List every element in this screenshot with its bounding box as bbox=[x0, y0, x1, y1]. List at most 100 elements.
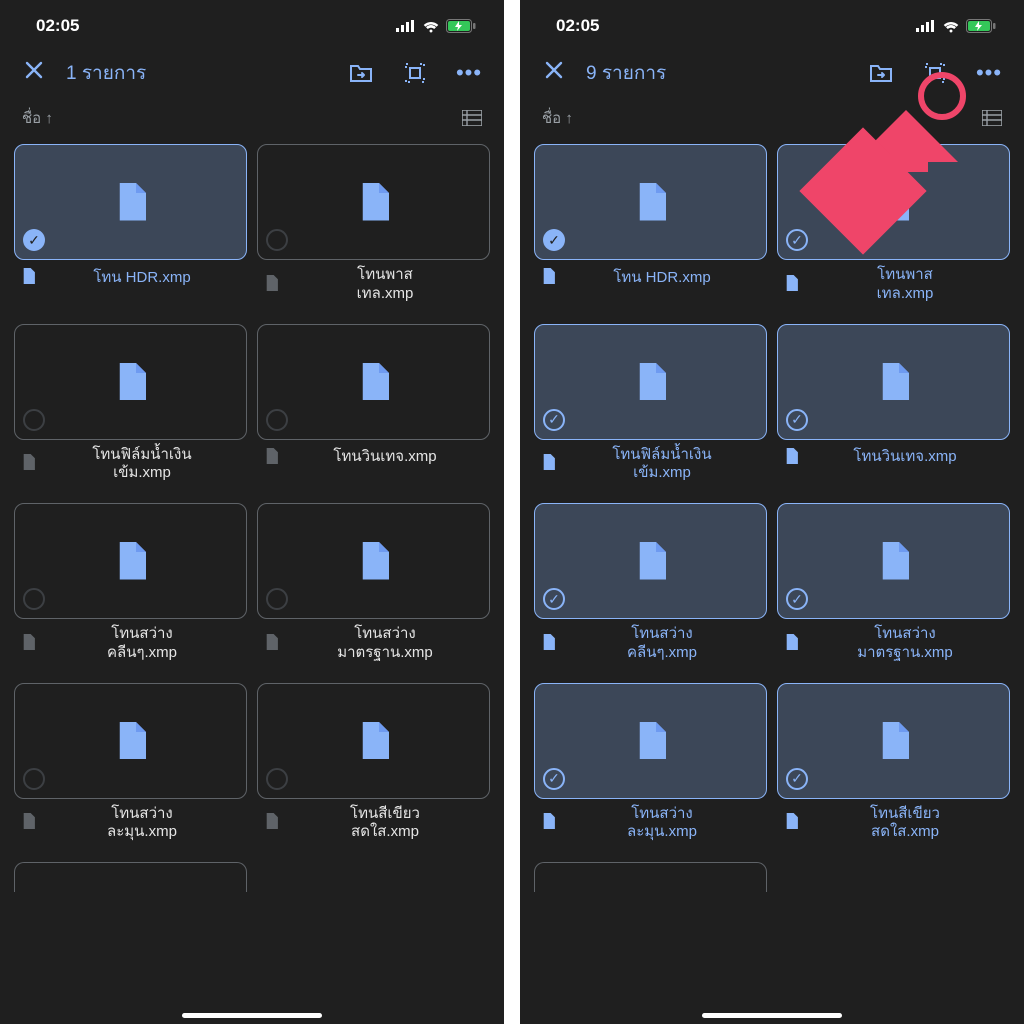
file-name: โทนสว่างคลีนๆ.xmp bbox=[563, 625, 761, 663]
file-label-row: โทนวินเทจ.xmp bbox=[257, 440, 490, 480]
selection-checkmark[interactable] bbox=[266, 768, 288, 790]
file-name: โทนสว่างมาตรฐาน.xmp bbox=[806, 625, 1004, 663]
file-name: โทนฟิล์มน้ำเงินเข้ม.xmp bbox=[43, 446, 241, 484]
file-card[interactable]: โทนวินเทจ.xmp bbox=[257, 324, 490, 494]
view-toggle-button[interactable] bbox=[982, 110, 1002, 126]
file-card[interactable]: ✓ โทนสว่างมาตรฐาน.xmp bbox=[777, 503, 1010, 673]
file-icon bbox=[542, 813, 555, 829]
file-type-icon bbox=[542, 813, 555, 835]
file-card[interactable]: ✓โทนพาสเทล.xmp bbox=[777, 144, 1010, 314]
file-thumbnail[interactable]: ✓ bbox=[534, 683, 767, 799]
file-card[interactable]: โทนสว่างละมุน.xmp bbox=[14, 683, 247, 853]
file-thumbnail[interactable]: ✓ bbox=[14, 144, 247, 260]
selection-checkmark[interactable]: ✓ bbox=[543, 229, 565, 251]
file-thumbnail[interactable]: ✓ bbox=[534, 503, 767, 619]
file-label-row: โทนสีเขียวสดใส.xmp bbox=[777, 799, 1010, 853]
home-indicator[interactable] bbox=[182, 1013, 322, 1018]
selection-checkmark[interactable]: ✓ bbox=[543, 588, 565, 610]
file-card[interactable]: โทนพาสเทล.xmp bbox=[257, 144, 490, 314]
view-toggle-button[interactable] bbox=[462, 110, 482, 126]
selection-checkmark[interactable] bbox=[23, 409, 45, 431]
file-type-icon bbox=[785, 813, 798, 835]
file-icon bbox=[636, 542, 666, 580]
selection-checkmark[interactable]: ✓ bbox=[786, 409, 808, 431]
selection-checkmark[interactable]: ✓ bbox=[23, 229, 45, 251]
sort-label[interactable]: ชื่อ ↑ bbox=[22, 106, 53, 130]
file-thumbnail[interactable] bbox=[14, 503, 247, 619]
file-card[interactable]: ✓ โทนสว่างคลีนๆ.xmp bbox=[534, 503, 767, 673]
selection-checkmark[interactable]: ✓ bbox=[786, 229, 808, 251]
select-all-button[interactable] bbox=[398, 62, 432, 84]
file-type-icon bbox=[22, 634, 35, 656]
selection-checkmark[interactable] bbox=[266, 229, 288, 251]
close-selection-button[interactable] bbox=[542, 59, 566, 87]
file-thumbnail[interactable]: ✓ bbox=[534, 324, 767, 440]
file-icon bbox=[359, 542, 389, 580]
status-time: 02:05 bbox=[556, 16, 599, 36]
file-thumbnail[interactable] bbox=[534, 862, 767, 892]
status-bar: 02:05 bbox=[0, 0, 504, 48]
file-card[interactable]: โทนสว่างคลีนๆ.xmp bbox=[14, 503, 247, 673]
home-indicator[interactable] bbox=[702, 1013, 842, 1018]
file-thumbnail[interactable]: ✓ bbox=[777, 144, 1010, 260]
wifi-icon bbox=[422, 20, 440, 33]
battery-charging-icon bbox=[966, 19, 996, 33]
selection-checkmark[interactable] bbox=[266, 409, 288, 431]
file-thumbnail[interactable] bbox=[257, 503, 490, 619]
file-type-icon bbox=[265, 448, 278, 470]
file-card[interactable] bbox=[14, 862, 247, 892]
file-label-row: โทนสว่างมาตรฐาน.xmp bbox=[257, 619, 490, 673]
selection-checkmark[interactable] bbox=[23, 768, 45, 790]
file-card[interactable]: โทนสว่างมาตรฐาน.xmp bbox=[257, 503, 490, 673]
file-card[interactable]: ✓โทน HDR.xmp bbox=[534, 144, 767, 314]
file-thumbnail[interactable] bbox=[257, 144, 490, 260]
list-view-icon bbox=[982, 110, 1002, 126]
file-icon bbox=[879, 542, 909, 580]
selection-checkmark[interactable] bbox=[23, 588, 45, 610]
more-options-button[interactable]: ••• bbox=[972, 60, 1006, 86]
file-thumbnail[interactable]: ✓ bbox=[777, 683, 1010, 799]
file-name: โทนวินเทจ.xmp bbox=[286, 448, 484, 467]
file-name: โทนสีเขียวสดใส.xmp bbox=[806, 805, 1004, 843]
file-card[interactable]: ✓ โทนสว่างละมุน.xmp bbox=[534, 683, 767, 853]
file-card[interactable]: ✓ โทนฟิล์มน้ำเงินเข้ม.xmp bbox=[534, 324, 767, 494]
file-name: โทนสว่างมาตรฐาน.xmp bbox=[286, 625, 484, 663]
file-card[interactable]: โทนฟิล์มน้ำเงินเข้ม.xmp bbox=[14, 324, 247, 494]
file-thumbnail[interactable] bbox=[14, 862, 247, 892]
file-label-row: โทนสีเขียวสดใส.xmp bbox=[257, 799, 490, 853]
move-button[interactable] bbox=[864, 62, 898, 84]
file-icon bbox=[636, 722, 666, 760]
file-type-icon bbox=[22, 268, 35, 290]
selection-checkmark[interactable] bbox=[266, 588, 288, 610]
select-all-icon bbox=[924, 62, 946, 84]
file-thumbnail[interactable] bbox=[14, 324, 247, 440]
file-thumbnail[interactable]: ✓ bbox=[777, 503, 1010, 619]
file-card[interactable]: ✓โทน HDR.xmp bbox=[14, 144, 247, 314]
file-card[interactable]: ✓โทนวินเทจ.xmp bbox=[777, 324, 1010, 494]
file-thumbnail[interactable] bbox=[14, 683, 247, 799]
selection-checkmark[interactable]: ✓ bbox=[543, 768, 565, 790]
file-label-row: โทนสว่างละมุน.xmp bbox=[534, 799, 767, 853]
file-card[interactable] bbox=[534, 862, 767, 892]
sort-label[interactable]: ชื่อ ↑ bbox=[542, 106, 573, 130]
file-icon bbox=[636, 183, 666, 221]
file-thumbnail[interactable]: ✓ bbox=[534, 144, 767, 260]
selection-checkmark[interactable]: ✓ bbox=[786, 588, 808, 610]
file-thumbnail[interactable]: ✓ bbox=[777, 324, 1010, 440]
select-all-button[interactable] bbox=[918, 62, 952, 84]
more-options-button[interactable]: ••• bbox=[452, 60, 486, 86]
file-thumbnail[interactable] bbox=[257, 683, 490, 799]
file-icon bbox=[265, 634, 278, 650]
file-icon bbox=[785, 813, 798, 829]
file-card[interactable]: โทนสีเขียวสดใส.xmp bbox=[257, 683, 490, 853]
selection-checkmark[interactable]: ✓ bbox=[543, 409, 565, 431]
file-thumbnail[interactable] bbox=[257, 324, 490, 440]
file-card[interactable]: ✓ โทนสีเขียวสดใส.xmp bbox=[777, 683, 1010, 853]
file-icon bbox=[636, 363, 666, 401]
close-selection-button[interactable] bbox=[22, 59, 46, 87]
file-icon bbox=[22, 268, 35, 284]
move-button[interactable] bbox=[344, 62, 378, 84]
file-icon bbox=[359, 363, 389, 401]
file-label-row: โทนฟิล์มน้ำเงินเข้ม.xmp bbox=[534, 440, 767, 494]
selection-checkmark[interactable]: ✓ bbox=[786, 768, 808, 790]
